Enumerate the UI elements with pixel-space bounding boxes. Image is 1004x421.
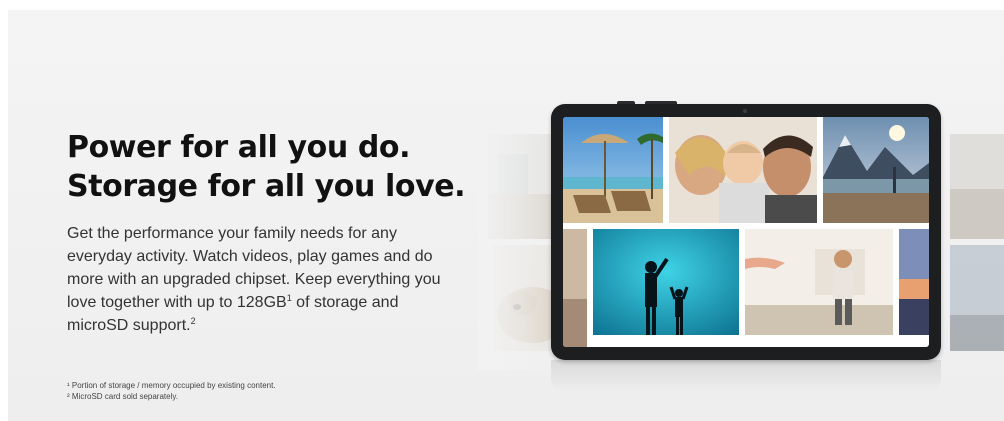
- camera-icon: [743, 109, 747, 113]
- footnote-2: ² MicroSD card sold separately.: [67, 392, 178, 401]
- aquarium-silhouettes-photo: [593, 229, 739, 335]
- body-copy: Get the performance your family needs fo…: [67, 222, 447, 337]
- headline: Power for all you do. Storage for all yo…: [67, 128, 466, 206]
- mountain-lake-photo: [823, 117, 929, 223]
- beach-chairs-photo: [563, 117, 663, 223]
- tablet-button: [645, 101, 677, 104]
- tablet-device: [551, 101, 941, 360]
- footnotes: ¹ Portion of storage / memory occupied b…: [67, 380, 276, 402]
- child-walking-photo: [745, 229, 893, 335]
- footnote-1: ¹ Portion of storage / memory occupied b…: [67, 381, 276, 390]
- headline-line-2: Storage for all you love.: [67, 169, 466, 204]
- headline-line-1: Power for all you do.: [67, 130, 411, 165]
- background-photo-right-bottom: [950, 245, 1004, 351]
- footnote-ref-2: 2: [190, 316, 196, 326]
- background-photo-right-top: [950, 134, 1004, 239]
- sunset-photo: [899, 229, 929, 335]
- tablet-reflection: [551, 360, 941, 392]
- tablet-screen: [563, 117, 929, 347]
- tablet-button: [617, 101, 635, 104]
- family-hug-photo: [669, 117, 817, 223]
- sunset-photo: [563, 229, 587, 347]
